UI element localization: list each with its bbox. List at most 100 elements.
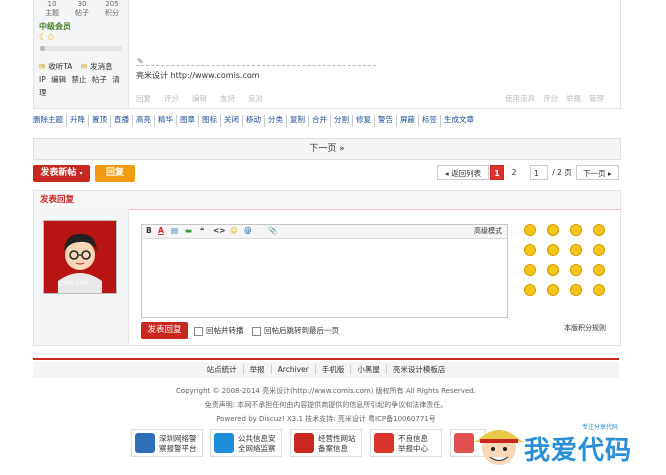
rate-right-action[interactable]: 评分 <box>543 93 558 104</box>
font-color-button[interactable]: A <box>158 226 164 235</box>
mod-action-8[interactable]: 关闭 <box>221 115 243 127</box>
repost-checkbox[interactable]: 回帖并转播 <box>194 325 244 336</box>
quote-icon[interactable]: ❝ <box>200 226 204 235</box>
badge-police[interactable]: 深圳网络警 察报警平台 <box>131 429 203 457</box>
mod-action-16[interactable]: 屏蔽 <box>397 115 419 127</box>
badge-report[interactable]: 不良信息 举报中心 <box>370 429 442 457</box>
reply-button[interactable]: 回复 <box>95 165 135 182</box>
manage-action[interactable]: 管理 <box>589 93 604 104</box>
smiley-icon[interactable] <box>524 264 536 276</box>
member-grade[interactable]: 中级会员 <box>39 21 71 32</box>
reply-action[interactable]: 回复 <box>136 93 151 104</box>
mod-action-13[interactable]: 分割 <box>331 115 353 127</box>
smiley-icon[interactable] <box>547 284 559 296</box>
stat-credits[interactable]: 205 积分 <box>98 0 126 18</box>
footer-archiver-link[interactable]: Archiver <box>271 365 316 374</box>
stat-posts[interactable]: 30 帖子 <box>68 0 96 18</box>
mod-action-9[interactable]: 移动 <box>243 115 265 127</box>
mod-action-2[interactable]: 置顶 <box>89 115 111 127</box>
mod-action-12[interactable]: 合并 <box>309 115 331 127</box>
jump-last-checkbox[interactable]: 回帖后跳转到最后一页 <box>252 325 339 336</box>
edit-link[interactable]: 编辑 <box>51 75 66 84</box>
bold-button[interactable]: B <box>146 226 152 235</box>
post-signature[interactable]: 亮米设计 http://www.comis.com <box>136 70 260 81</box>
smiley-icon[interactable] <box>593 284 605 296</box>
follow-icon: ✉ <box>39 62 46 71</box>
follow-link[interactable]: ✉ 收听TA <box>39 62 75 71</box>
mod-action-3[interactable]: 直播 <box>111 115 133 127</box>
badge-security[interactable]: 公共信息安 全网络监察 <box>210 429 282 457</box>
ip-label: IP <box>39 75 46 84</box>
page-1-button[interactable]: 1 <box>490 165 504 180</box>
level-progress-bar <box>40 46 122 51</box>
reply-editor[interactable]: B A ▤ ▬ ❝ <> ☺ @ 📎 高级模式 <box>141 224 508 318</box>
level-stars-icon: ☾✩ <box>39 33 55 43</box>
report-action[interactable]: 举报 <box>566 93 581 104</box>
report-center-icon <box>374 433 394 453</box>
back-to-list-button[interactable]: ◂ 返回列表 <box>437 165 489 180</box>
stat-threads[interactable]: 10 主题 <box>38 0 66 18</box>
smiley-icon[interactable] <box>524 284 536 296</box>
smiley-icon[interactable] <box>570 284 582 296</box>
oppose-action[interactable]: 反对 <box>248 93 263 104</box>
rate-action[interactable]: 评分 <box>164 93 179 104</box>
footer-mobile-link[interactable]: 手机版 <box>315 365 352 374</box>
smiley-icon[interactable] <box>524 244 536 256</box>
mod-action-10[interactable]: 分类 <box>265 115 287 127</box>
footer-shop-link[interactable]: 亮米设计模板店 <box>387 365 452 374</box>
editor-toolbar: B A ▤ ▬ ❝ <> ☺ @ 📎 高级模式 <box>142 225 507 239</box>
smiley-icon[interactable] <box>570 264 582 276</box>
media-icon[interactable]: ▬ <box>185 226 192 235</box>
smiley-icon[interactable] <box>593 264 605 276</box>
bonus-rules-link[interactable]: 本版积分规则 <box>564 323 606 333</box>
mod-action-7[interactable]: 图标 <box>199 115 221 127</box>
page-2-button[interactable]: 2 <box>507 165 521 180</box>
mod-action-18[interactable]: 生成文章 <box>441 115 477 127</box>
smiley-icon[interactable] <box>593 224 605 236</box>
smiley-icon[interactable] <box>547 224 559 236</box>
smiley-icon[interactable]: ☺ <box>230 226 238 235</box>
smiley-icon[interactable] <box>524 224 536 236</box>
image-icon[interactable]: ▤ <box>171 226 178 235</box>
new-post-button[interactable]: 发表新帖 ▾ <box>33 165 90 182</box>
message-link[interactable]: ✉ 发消息 <box>81 62 116 71</box>
next-page-button[interactable]: 下一页 ▸ <box>576 165 619 180</box>
use-tool-action[interactable]: 使用道具 <box>505 93 535 104</box>
mod-action-15[interactable]: 警告 <box>375 115 397 127</box>
copyright-text: Copyright © 2008-2014 亮米设计(http://www.co… <box>176 387 476 395</box>
mod-action-6[interactable]: 图章 <box>177 115 199 127</box>
mod-action-11[interactable]: 复制 <box>287 115 309 127</box>
next-page-bar[interactable]: 下一页 » <box>33 138 621 160</box>
page-jump-input[interactable]: 1 <box>530 165 548 180</box>
flower-icon <box>454 433 474 453</box>
code-icon[interactable]: <> <box>213 226 226 235</box>
footer-stats-link[interactable]: 站点统计 <box>200 365 244 374</box>
posts-link[interactable]: 帖子 <box>92 75 107 84</box>
mod-action-0[interactable]: 删除主题 <box>33 115 67 127</box>
support-action[interactable]: 支持 <box>220 93 235 104</box>
mod-action-17[interactable]: 标签 <box>419 115 441 127</box>
police-icon <box>135 433 155 453</box>
total-pages: / 2 页 <box>551 165 573 180</box>
attachment-icon[interactable]: 📎 <box>268 226 277 235</box>
mod-action-4[interactable]: 高亮 <box>133 115 155 127</box>
smiley-icon[interactable] <box>593 244 605 256</box>
disclaimer-text: 免责声明: 本网不承担任何由内容提供商提供的信息所引起的争议和法律责任。 <box>204 401 448 409</box>
at-icon[interactable]: @ <box>244 226 252 235</box>
smiley-icon[interactable] <box>570 224 582 236</box>
dropdown-arrow-icon: ▾ <box>79 170 83 177</box>
mod-action-5[interactable]: 精华 <box>155 115 177 127</box>
mod-action-1[interactable]: 升降 <box>67 115 89 127</box>
submit-reply-button[interactable]: 发表回复 <box>141 322 188 339</box>
ban-link[interactable]: 禁止 <box>72 75 87 84</box>
badge-icp[interactable]: 经营性网站 备案信息 <box>290 429 362 457</box>
footer-report-link[interactable]: 举报 <box>243 365 272 374</box>
footer-blackroom-link[interactable]: 小黑屋 <box>351 365 387 374</box>
smiley-icon[interactable] <box>547 264 559 276</box>
advanced-mode-link[interactable]: 高级模式 <box>474 226 502 236</box>
edit-action[interactable]: 编辑 <box>192 93 207 104</box>
smiley-icon[interactable] <box>547 244 559 256</box>
smiley-icon[interactable] <box>570 244 582 256</box>
watermark-small-text: 专注分享代码 <box>582 424 619 431</box>
mod-action-14[interactable]: 修复 <box>353 115 375 127</box>
